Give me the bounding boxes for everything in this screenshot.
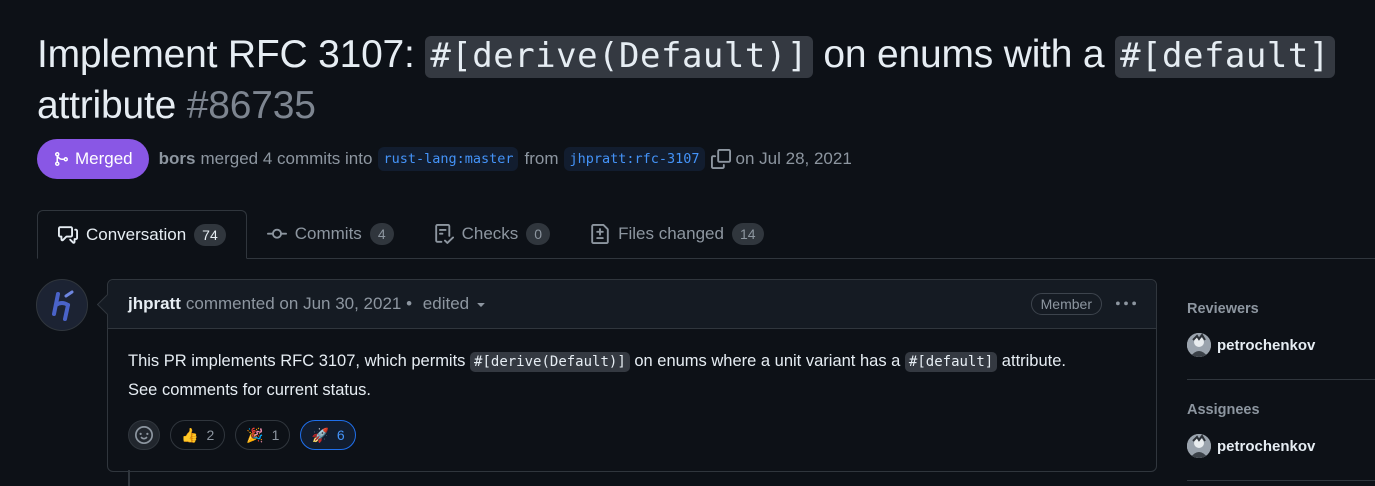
- pull-request-page: Implement RFC 3107: #[derive(Default)] o…: [0, 0, 1375, 486]
- comment-line-1: This PR implements RFC 3107, which permi…: [128, 347, 1136, 376]
- comment-timestamp: commented on Jun 30, 2021 •: [185, 294, 417, 313]
- sidebar: Reviewers petrochenkov Assignees petroch…: [1187, 279, 1375, 481]
- reviewers-heading[interactable]: Reviewers: [1187, 301, 1259, 317]
- avatar: [1187, 434, 1211, 458]
- comment-line-2: See comments for current status.: [128, 381, 372, 399]
- add-reaction-button[interactable]: [128, 420, 160, 450]
- comment-options-button[interactable]: [1116, 294, 1136, 314]
- body-text: on enums where a unit variant has a: [629, 352, 905, 370]
- tab-counter: 14: [731, 223, 764, 245]
- assignees-section: Assignees petrochenkov: [1187, 380, 1375, 481]
- user-avatar-icon: [1187, 434, 1211, 458]
- tab-label: Checks: [461, 224, 519, 243]
- tab-label: Conversation: [86, 224, 187, 244]
- tab-conversation[interactable]: Conversation 74: [37, 210, 247, 259]
- reactions-bar: 👍 2 🎉 1 🚀 6: [128, 420, 356, 450]
- rocket-icon: 🚀: [311, 426, 329, 443]
- user-avatar-logo-icon: [52, 290, 74, 321]
- checklist-icon: [434, 224, 454, 244]
- state-badge: Merged: [37, 139, 149, 179]
- role-badge: Member: [1030, 293, 1102, 315]
- comment-header-actions: Member: [1030, 293, 1136, 315]
- body-text: attribute.: [997, 352, 1067, 370]
- reviewer-item[interactable]: petrochenkov: [1187, 333, 1315, 357]
- smiley-icon: [135, 426, 153, 444]
- from-text: from: [524, 149, 559, 168]
- file-diff-icon: [591, 224, 609, 244]
- comment-header: jhpratt commented on Jun 30, 2021 • edit…: [108, 280, 1156, 329]
- git-commit-icon: [266, 228, 287, 239]
- page-title: Implement RFC 3107: #[derive(Default)] o…: [37, 30, 1367, 131]
- comment-discussion-icon: [58, 225, 78, 244]
- avatar: [1187, 333, 1211, 357]
- base-branch[interactable]: rust-lang:master: [378, 147, 519, 171]
- tab-counter: 74: [194, 223, 226, 246]
- assignee-item[interactable]: petrochenkov: [1187, 434, 1315, 458]
- state-label: Merged: [75, 149, 133, 168]
- triangle-down-icon: [477, 303, 485, 307]
- hooray-icon: 🎉: [246, 426, 264, 443]
- tab-label: Commits: [294, 224, 362, 243]
- tab-counter: 0: [526, 223, 551, 245]
- tab-commits[interactable]: Commits 4: [247, 210, 414, 258]
- pr-meta-row: Merged bors merged 4 commits into rust-l…: [37, 139, 852, 179]
- merger-link[interactable]: bors: [159, 149, 196, 169]
- user-avatar-icon: [1187, 333, 1211, 357]
- reviewer-name: petrochenkov: [1217, 336, 1316, 354]
- comment-box: jhpratt commented on Jun 30, 2021 • edit…: [107, 279, 1157, 472]
- copy-branch-button[interactable]: [710, 149, 731, 169]
- comment-body: This PR implements RFC 3107, which permi…: [108, 329, 1156, 404]
- git-merge-icon: [55, 152, 69, 166]
- reaction-rocket-button[interactable]: 🚀 6: [300, 420, 356, 450]
- pr-number: #86735: [186, 84, 316, 127]
- title-text-3: attribute: [37, 84, 187, 127]
- assignees-heading[interactable]: Assignees: [1187, 402, 1260, 418]
- inline-code: #[derive(Default)]: [470, 352, 630, 372]
- inline-code: #[default]: [904, 352, 998, 372]
- reaction-hooray-button[interactable]: 🎉 1: [235, 420, 291, 450]
- reaction-thumbs-up-button[interactable]: 👍 2: [170, 420, 226, 450]
- title-text-1: Implement RFC 3107:: [37, 33, 426, 76]
- title-code-2: #[default]: [1115, 36, 1335, 78]
- avatar[interactable]: [36, 279, 88, 331]
- tab-checks[interactable]: Checks 0: [414, 210, 570, 258]
- title-code-1: #[derive(Default)]: [425, 36, 813, 78]
- head-branch[interactable]: jhpratt:rfc-3107: [564, 147, 705, 171]
- tab-files-changed[interactable]: Files changed 14: [570, 210, 783, 258]
- title-text-2: on enums with a: [812, 33, 1116, 76]
- assignee-name: petrochenkov: [1217, 437, 1316, 455]
- body-text: This PR implements RFC 3107, which permi…: [128, 352, 471, 370]
- reaction-count: 6: [336, 427, 345, 443]
- tab-label: Files changed: [618, 224, 724, 243]
- edited-dropdown[interactable]: edited: [423, 294, 489, 314]
- comment-author-link[interactable]: jhpratt: [128, 294, 181, 314]
- merge-action-text: merged 4 commits into: [200, 149, 373, 168]
- merge-date: on Jul 28, 2021: [735, 149, 852, 168]
- tab-counter: 4: [369, 223, 394, 245]
- kebab-horizontal-icon: [1116, 301, 1136, 306]
- thumbs-up-icon: 👍: [181, 426, 199, 443]
- timeline-line: [128, 470, 130, 486]
- pr-tabs: Conversation 74 Commits 4 Checks 0 Files…: [37, 210, 1375, 259]
- reaction-count: 1: [271, 427, 280, 443]
- reaction-count: 2: [206, 427, 215, 443]
- edited-label: edited: [422, 294, 470, 313]
- reviewers-section: Reviewers petrochenkov: [1187, 279, 1375, 380]
- copy-icon: [710, 149, 731, 169]
